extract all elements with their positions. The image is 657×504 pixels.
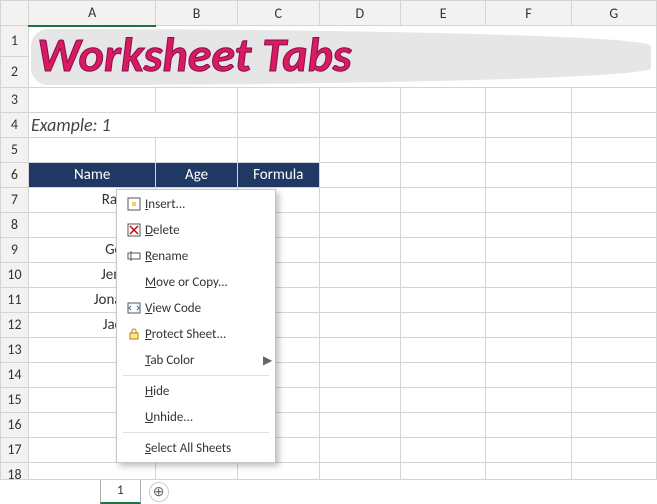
col-header-g[interactable]: G [571,1,656,26]
row-header[interactable]: 15 [1,387,29,412]
table-header-age: Age [156,162,238,187]
col-header-d[interactable]: D [319,1,400,26]
menu-tab-color[interactable]: Tab Color ▶ [117,347,275,373]
row-header[interactable]: 4 [1,112,29,137]
row-header[interactable]: 10 [1,262,29,287]
menu-hide[interactable]: Hide [117,378,275,404]
rename-icon [123,249,145,263]
col-header-c[interactable]: C [237,1,319,26]
menu-label: Move or Copy... [145,275,275,290]
row-header[interactable]: 7 [1,187,29,212]
menu-label: Tab Color [145,353,263,368]
new-sheet-button[interactable]: ⊕ [149,482,169,502]
menu-label: Select All Sheets [145,441,275,456]
row-header[interactable]: 12 [1,312,29,337]
menu-label: View Code [145,301,275,316]
row-header[interactable]: 1 [1,26,29,57]
row-header[interactable]: 9 [1,237,29,262]
row-header[interactable]: 17 [1,437,29,462]
row-header[interactable]: 8 [1,212,29,237]
row-header[interactable]: 6 [1,162,29,187]
menu-label: Delete [145,223,275,238]
code-icon [123,301,145,315]
col-header-f[interactable]: F [486,1,571,26]
context-menu: IInsert...nsert... Delete Rename Move or… [116,189,276,463]
col-header-b[interactable]: B [156,1,238,26]
row-header[interactable]: 14 [1,362,29,387]
section-label: Example: 1 [28,112,237,137]
insert-icon [123,197,145,211]
menu-protect-sheet[interactable]: Protect Sheet... [117,321,275,347]
plus-icon: ⊕ [153,483,165,500]
row-header[interactable]: 2 [1,56,29,87]
row-header[interactable]: 16 [1,412,29,437]
page-title: Worksheet Tabs [37,26,352,84]
col-header-e[interactable]: E [400,1,485,26]
row-header[interactable]: 13 [1,337,29,362]
sheet-tab-bar: 1 ⊕ [0,479,657,503]
spreadsheet-grid[interactable]: A B C D E F G 1 Worksheet Tabs 2 3 4 Exa… [0,0,657,488]
menu-label: Unhide... [145,410,275,425]
menu-label: Hide [145,384,275,399]
menu-insert[interactable]: IInsert...nsert... [117,191,275,217]
sheet-tab[interactable]: 1 [100,480,141,504]
menu-unhide[interactable]: Unhide... [117,404,275,430]
row-header[interactable]: 5 [1,137,29,162]
row-header[interactable]: 3 [1,87,29,112]
table-header-name: Name [28,162,155,187]
menu-move-copy[interactable]: Move or Copy... [117,269,275,295]
menu-select-all[interactable]: Select All Sheets [117,435,275,461]
lock-icon [123,327,145,341]
menu-rename[interactable]: Rename [117,243,275,269]
separator [123,375,269,376]
delete-icon [123,223,145,237]
menu-label: Rename [145,249,275,264]
select-all-cell[interactable] [1,1,29,26]
col-header-a[interactable]: A [28,1,155,26]
menu-label: IInsert...nsert... [145,197,275,212]
menu-view-code[interactable]: View Code [117,295,275,321]
row-header[interactable]: 11 [1,287,29,312]
separator [123,432,269,433]
menu-label: Protect Sheet... [145,327,275,342]
menu-delete[interactable]: Delete [117,217,275,243]
chevron-right-icon: ▶ [263,353,275,368]
table-header-formula: Formula [237,162,319,187]
